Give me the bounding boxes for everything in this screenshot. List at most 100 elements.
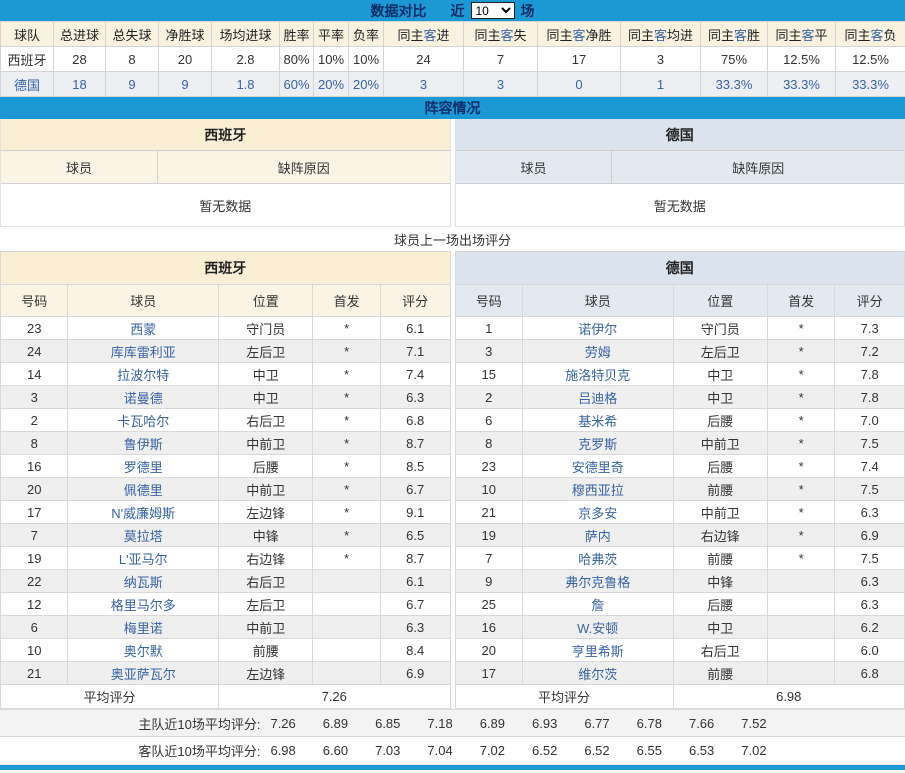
away-reason-column-header: 缺阵原因 (612, 151, 904, 183)
player-name-link[interactable]: 纳瓦斯 (68, 570, 219, 593)
summary-value: 7.52 (741, 716, 766, 731)
player-name-link[interactable]: 梅里诺 (68, 616, 219, 639)
player-name-link[interactable]: 卡瓦哈尔 (68, 409, 219, 432)
player-name-link[interactable]: 吕迪格 (522, 386, 673, 409)
stats-row-home: 西班牙288202.880%10%10%24717375%12.5%12.5% (1, 47, 905, 72)
player-name-link[interactable]: 萨内 (522, 524, 673, 547)
away-team-name-header: 德国 (456, 119, 905, 151)
player-starter: * (767, 317, 834, 340)
player-name-link[interactable]: 格里马尔多 (68, 593, 219, 616)
player-name-link[interactable]: 库库雷利亚 (68, 340, 219, 363)
stat-header-cell: 同主客均进 (621, 22, 701, 47)
player-number: 19 (455, 524, 522, 547)
summary-value: 6.77 (584, 716, 609, 731)
player-starter: * (767, 501, 834, 524)
ratings-section: 西班牙 号码球员位置首发评分 23西蒙守门员*6.124库库雷利亚左后卫*7.1… (0, 251, 905, 709)
player-position: 后腰 (219, 455, 313, 478)
player-name-link[interactable]: 奥亚萨瓦尔 (68, 662, 219, 685)
player-name-link[interactable]: 弗尔克鲁格 (522, 570, 673, 593)
player-starter: * (767, 340, 834, 363)
player-name-link[interactable]: 安德里奇 (522, 455, 673, 478)
player-name-link[interactable]: 维尔茨 (522, 662, 673, 685)
stat-header-cell: 场均进球 (212, 22, 280, 47)
player-name-link[interactable]: 京多安 (522, 501, 673, 524)
player-name-link[interactable]: 诺伊尔 (522, 317, 673, 340)
player-name-link[interactable]: 鲁伊斯 (68, 432, 219, 455)
away-player-column-header: 球员 (456, 151, 613, 183)
player-name-link[interactable]: 劳姆 (522, 340, 673, 363)
player-name-link[interactable]: 奥尔默 (68, 639, 219, 662)
home-reason-column-header: 缺阵原因 (158, 151, 450, 183)
player-row: 3诺曼德中卫*6.3 (1, 386, 451, 409)
summary-value: 7.66 (689, 716, 714, 731)
player-name-link[interactable]: 西蒙 (68, 317, 219, 340)
player-row: 19萨内右边锋*6.9 (455, 524, 905, 547)
summary-value: 6.55 (637, 743, 662, 758)
player-starter: * (767, 363, 834, 386)
stat-value-cell: 12.5% (768, 47, 836, 72)
player-starter: * (313, 363, 380, 386)
home-average-label: 平均评分 (1, 685, 219, 709)
player-starter: * (313, 340, 380, 363)
away-average-label: 平均评分 (455, 685, 673, 709)
stat-value-cell: 3 (464, 72, 538, 97)
player-position: 左边锋 (219, 501, 313, 524)
stat-header-cell: 平率 (314, 22, 349, 47)
player-name-link[interactable]: 罗德里 (68, 455, 219, 478)
ratings-away-table: 德国 号码球员位置首发评分 1诺伊尔守门员*7.33劳姆左后卫*7.215施洛特… (455, 251, 905, 709)
ratings-column-header: 位置 (219, 285, 313, 317)
player-row: 21京多安中前卫*6.3 (455, 501, 905, 524)
player-name-link[interactable]: 穆西亚拉 (522, 478, 673, 501)
player-name-link[interactable]: 诺曼德 (68, 386, 219, 409)
player-name-link[interactable]: 亨里希斯 (522, 639, 673, 662)
player-name-link[interactable]: 克罗斯 (522, 432, 673, 455)
player-starter: * (767, 432, 834, 455)
player-name-link[interactable]: N'威廉姆斯 (68, 501, 219, 524)
ratings-column-header: 位置 (673, 285, 767, 317)
player-name-link[interactable]: 拉波尔特 (68, 363, 219, 386)
summary-value: 7.02 (741, 743, 766, 758)
stat-header-cell: 总进球 (54, 22, 106, 47)
player-row: 24库库雷利亚左后卫*7.1 (1, 340, 451, 363)
player-name-link[interactable]: 詹 (522, 593, 673, 616)
player-position: 右边锋 (673, 524, 767, 547)
home-team-name-header: 西班牙 (1, 119, 450, 151)
ratings-home-team-header: 西班牙 (1, 252, 451, 285)
player-number: 14 (1, 363, 68, 386)
player-rating: 7.2 (835, 340, 905, 363)
recent-label-prefix: 近 (451, 1, 465, 21)
player-name-link[interactable]: 施洛特贝克 (522, 363, 673, 386)
summary-value: 7.04 (427, 743, 452, 758)
player-name-link[interactable]: W.安顿 (522, 616, 673, 639)
ratings-section-title: 球员上一场出场评分 (0, 227, 905, 251)
player-rating: 6.3 (380, 386, 450, 409)
player-position: 中卫 (673, 386, 767, 409)
player-starter: * (767, 455, 834, 478)
player-name-link[interactable]: 哈弗茨 (522, 547, 673, 570)
player-starter (313, 639, 380, 662)
player-row: 20佩德里中前卫*6.7 (1, 478, 451, 501)
match-count-select[interactable]: 10 (471, 2, 515, 19)
player-number: 21 (1, 662, 68, 685)
stat-value-cell: 10% (349, 47, 384, 72)
stat-value-cell: 1 (621, 72, 701, 97)
player-position: 中卫 (219, 363, 313, 386)
player-rating: 6.3 (380, 616, 450, 639)
player-rating: 6.8 (380, 409, 450, 432)
player-number: 22 (1, 570, 68, 593)
player-position: 后腰 (673, 593, 767, 616)
player-name-link[interactable]: 基米希 (522, 409, 673, 432)
lineup-home-panel: 西班牙 球员 缺阵原因 暂无数据 (0, 119, 451, 227)
player-name-link[interactable]: 莫拉塔 (68, 524, 219, 547)
player-name-link[interactable]: L'亚马尔 (68, 547, 219, 570)
stats-header-row: 球队总进球总失球净胜球场均进球胜率平率负率同主客进同主客失同主客净胜同主客均进同… (1, 22, 905, 47)
player-number: 3 (455, 340, 522, 363)
stats-table: 球队总进球总失球净胜球场均进球胜率平率负率同主客进同主客失同主客净胜同主客均进同… (0, 21, 905, 97)
player-starter (767, 639, 834, 662)
player-row: 19L'亚马尔右边锋*8.7 (1, 547, 451, 570)
stat-header-cell: 同主客净胜 (538, 22, 621, 47)
player-name-link[interactable]: 佩德里 (68, 478, 219, 501)
player-starter: * (767, 409, 834, 432)
stat-header-cell: 胜率 (280, 22, 314, 47)
player-position: 中卫 (673, 363, 767, 386)
